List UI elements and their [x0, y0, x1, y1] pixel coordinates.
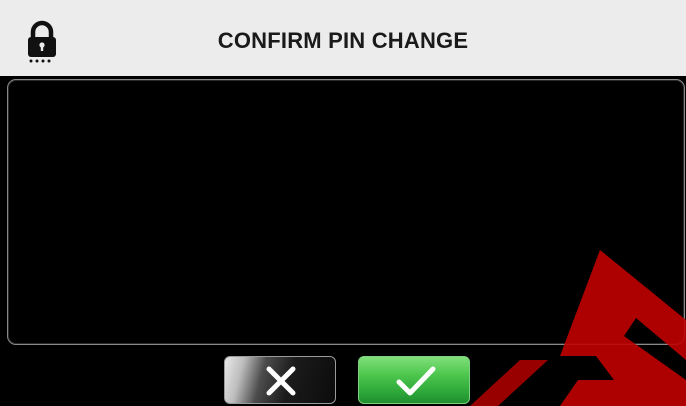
- pin-confirm-screen: CONFIRM PIN CHANGE: [0, 0, 686, 406]
- header-bar: CONFIRM PIN CHANGE: [0, 0, 686, 76]
- page-title: CONFIRM PIN CHANGE: [217, 28, 469, 53]
- confirm-button[interactable]: [358, 356, 470, 404]
- close-icon: [266, 366, 296, 396]
- checkmark-icon: [396, 366, 436, 396]
- pin-display-panel: [7, 79, 685, 345]
- cancel-button[interactable]: [224, 356, 336, 404]
